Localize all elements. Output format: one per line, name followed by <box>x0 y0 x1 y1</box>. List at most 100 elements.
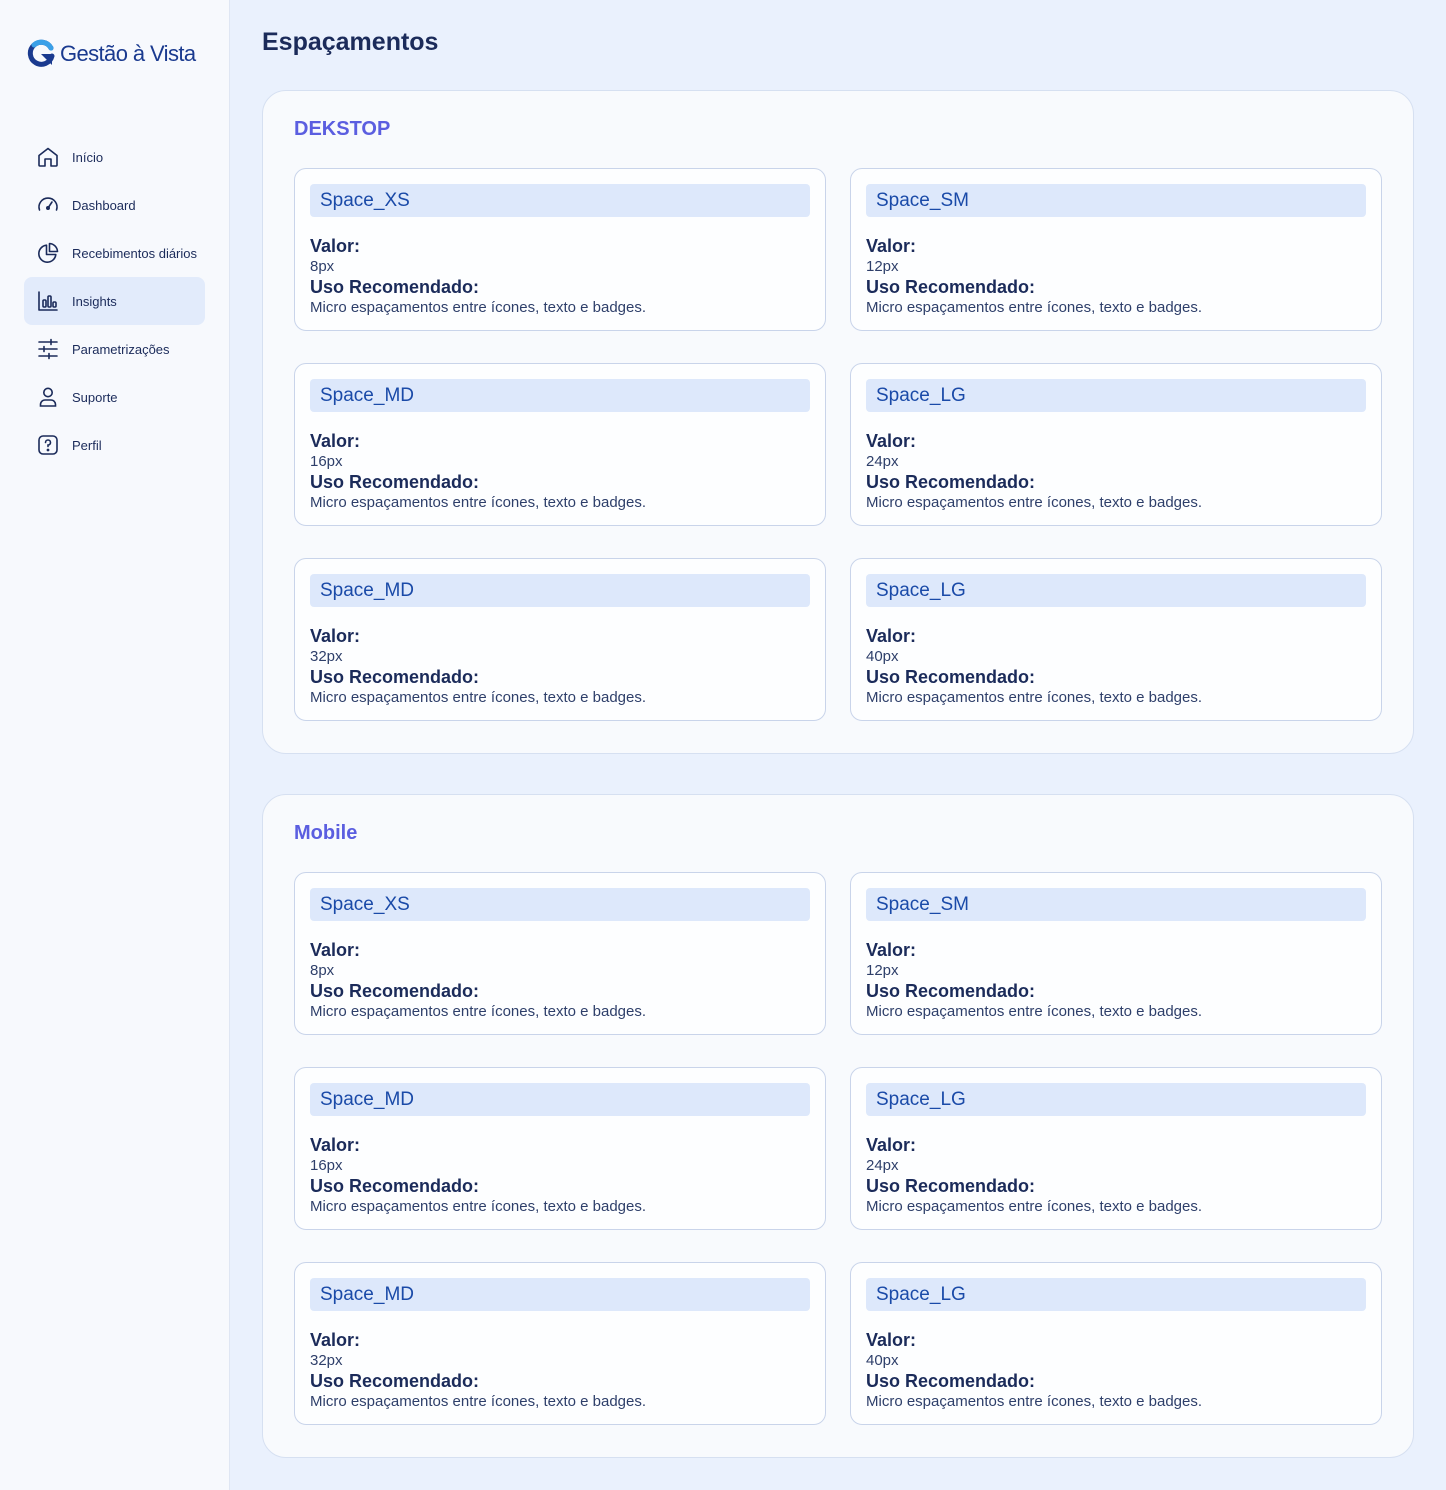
card-title: Space_MD <box>310 1278 810 1311</box>
sidebar-item-dashboard[interactable]: Dashboard <box>24 181 205 229</box>
card-title: Space_SM <box>866 184 1366 217</box>
sidebar-item-insights[interactable]: Insights <box>24 277 205 325</box>
uso-value: Micro espaçamentos entre ícones, texto e… <box>866 689 1203 706</box>
uso-value: Micro espaçamentos entre ícones, texto e… <box>310 689 647 706</box>
bar-chart-icon <box>36 289 60 313</box>
uso-label: Uso Recomendado: <box>866 981 1036 1001</box>
valor-value: 8px <box>310 258 335 275</box>
logo-mark-icon <box>27 39 55 67</box>
sidebar-item-inicio[interactable]: Início <box>24 133 205 181</box>
spacing-card: Space_LG Valor: 24px Uso Recomendado: Mi… <box>850 1067 1382 1230</box>
valor-label: Valor: <box>310 626 361 646</box>
card-title: Space_MD <box>310 379 810 412</box>
section-desktop: DEKSTOP Space_XS Valor: 8px Uso Recomend… <box>262 90 1414 754</box>
valor-label: Valor: <box>310 940 361 960</box>
uso-value: Micro espaçamentos entre ícones, texto e… <box>866 1003 1203 1020</box>
sidebar-item-perfil[interactable]: Perfil <box>24 421 205 469</box>
gauge-icon <box>36 193 60 217</box>
card-title: Space_LG <box>866 379 1366 412</box>
app-root: Gestão à Vista Início Dashboard Recebime… <box>0 0 1446 1490</box>
valor-value: 8px <box>310 962 335 979</box>
section-title: Mobile <box>294 822 358 844</box>
spacing-card: Space_MD Valor: 32px Uso Recomendado: Mi… <box>294 1262 826 1425</box>
spacing-card: Space_MD Valor: 16px Uso Recomendado: Mi… <box>294 363 826 526</box>
sidebar-item-parametrizacoes[interactable]: Parametrizações <box>24 325 205 373</box>
valor-label: Valor: <box>866 940 917 960</box>
valor-value: 32px <box>310 648 343 665</box>
card-title: Space_MD <box>310 1083 810 1116</box>
valor-label: Valor: <box>866 1135 917 1155</box>
valor-value: 24px <box>866 453 899 470</box>
sidebar-item-label: Início <box>72 149 104 165</box>
uso-value: Micro espaçamentos entre ícones, texto e… <box>866 299 1203 316</box>
valor-value: 24px <box>866 1157 899 1174</box>
uso-label: Uso Recomendado: <box>866 472 1036 492</box>
sidebar-item-label: Dashboard <box>72 197 136 213</box>
help-icon <box>36 433 60 457</box>
spacing-card: Space_LG Valor: 40px Uso Recomendado: Mi… <box>850 1262 1382 1425</box>
valor-value: 12px <box>866 962 899 979</box>
spacing-card: Space_SM Valor: 12px Uso Recomendado: Mi… <box>850 872 1382 1035</box>
valor-value: 40px <box>866 1352 899 1369</box>
valor-value: 16px <box>310 453 343 470</box>
brand-name: Gestão à Vista <box>60 41 196 66</box>
spacing-card: Space_MD Valor: 32px Uso Recomendado: Mi… <box>294 558 826 721</box>
uso-label: Uso Recomendado: <box>310 1371 480 1391</box>
uso-label: Uso Recomendado: <box>866 1176 1036 1196</box>
uso-label: Uso Recomendado: <box>866 667 1036 687</box>
spacing-card: Space_LG Valor: 24px Uso Recomendado: Mi… <box>850 363 1382 526</box>
uso-value: Micro espaçamentos entre ícones, texto e… <box>866 1393 1203 1410</box>
section-title: DEKSTOP <box>294 118 391 140</box>
spacing-card: Space_MD Valor: 16px Uso Recomendado: Mi… <box>294 1067 826 1230</box>
spacing-grid: Space_XS Valor: 8px Uso Recomendado: Mic… <box>294 168 1382 721</box>
home-icon <box>36 145 60 169</box>
sidebar-item-label: Recebimentos diários <box>72 245 198 261</box>
uso-label: Uso Recomendado: <box>866 277 1036 297</box>
uso-value: Micro espaçamentos entre ícones, texto e… <box>310 494 647 511</box>
valor-value: 16px <box>310 1157 343 1174</box>
uso-label: Uso Recomendado: <box>310 667 480 687</box>
valor-label: Valor: <box>310 1135 361 1155</box>
card-title: Space_XS <box>310 184 810 217</box>
card-title: Space_LG <box>866 1083 1366 1116</box>
section-mobile: Mobile Space_XS Valor: 8px Uso Recomenda… <box>262 794 1414 1458</box>
page-title: Espaçamentos <box>262 28 439 56</box>
spacing-card: Space_LG Valor: 40px Uso Recomendado: Mi… <box>850 558 1382 721</box>
valor-value: 40px <box>866 648 899 665</box>
valor-value: 32px <box>310 1352 343 1369</box>
uso-value: Micro espaçamentos entre ícones, texto e… <box>310 1393 647 1410</box>
card-title: Space_MD <box>310 574 810 607</box>
spacing-card: Space_XS Valor: 8px Uso Recomendado: Mic… <box>294 872 826 1035</box>
spacing-grid: Space_XS Valor: 8px Uso Recomendado: Mic… <box>294 872 1382 1425</box>
valor-label: Valor: <box>866 1330 917 1350</box>
valor-value: 12px <box>866 258 899 275</box>
uso-value: Micro espaçamentos entre ícones, texto e… <box>310 1198 647 1215</box>
uso-value: Micro espaçamentos entre ícones, texto e… <box>866 1198 1203 1215</box>
card-title: Space_LG <box>866 1278 1366 1311</box>
valor-label: Valor: <box>310 1330 361 1350</box>
uso-label: Uso Recomendado: <box>310 472 480 492</box>
sidebar: Gestão à Vista Início Dashboard Recebime… <box>0 0 230 1490</box>
valor-label: Valor: <box>866 236 917 256</box>
valor-label: Valor: <box>310 431 361 451</box>
sidebar-item-label: Insights <box>72 293 117 309</box>
valor-label: Valor: <box>866 626 917 646</box>
card-title: Space_SM <box>866 888 1366 921</box>
sidebar-item-recebimentos[interactable]: Recebimentos diários <box>24 229 205 277</box>
sidebar-item-label: Suporte <box>72 389 118 405</box>
main-content: Espaçamentos DEKSTOP Space_XS Valor: 8px… <box>230 0 1446 1490</box>
uso-value: Micro espaçamentos entre ícones, texto e… <box>310 1003 647 1020</box>
sidebar-item-label: Parametrizações <box>72 341 170 357</box>
uso-label: Uso Recomendado: <box>310 1176 480 1196</box>
spacing-card: Space_SM Valor: 12px Uso Recomendado: Mi… <box>850 168 1382 331</box>
user-icon <box>36 385 60 409</box>
valor-label: Valor: <box>310 236 361 256</box>
sidebar-item-suporte[interactable]: Suporte <box>24 373 205 421</box>
uso-label: Uso Recomendado: <box>310 277 480 297</box>
valor-label: Valor: <box>866 431 917 451</box>
uso-label: Uso Recomendado: <box>310 981 480 1001</box>
sidebar-nav: Início Dashboard Recebimentos diários In… <box>24 133 205 469</box>
uso-value: Micro espaçamentos entre ícones, texto e… <box>310 299 647 316</box>
brand-logo[interactable]: Gestão à Vista <box>26 38 205 70</box>
card-title: Space_LG <box>866 574 1366 607</box>
